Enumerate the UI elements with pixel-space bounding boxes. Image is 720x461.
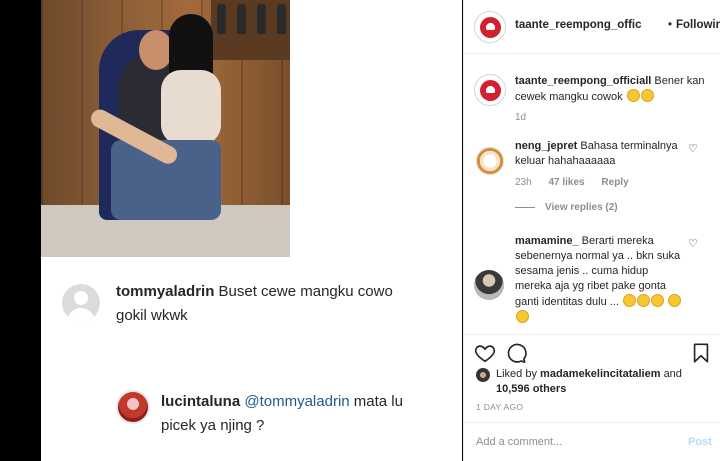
comment-mention: @tommyaladrin [244,393,350,410]
liked-by-count[interactable]: 10,596 others [496,383,566,395]
post-header: taante_reempong_offic • Following [464,0,720,54]
like-comment-heart-icon[interactable]: ♡ [688,144,699,155]
reply-button[interactable]: Reply [601,177,628,188]
avatar [116,390,150,424]
comment-username[interactable]: mamamine_ [515,235,579,247]
caption-username[interactable]: taante_reempong_officiall [515,75,651,87]
avatar[interactable] [476,147,504,175]
rofl-emoji-icon [651,294,665,307]
caption-avatar[interactable] [474,74,506,106]
liked-by-prefix: Liked by [496,368,537,380]
header-username[interactable]: taante_reempong_offic [515,19,665,31]
header-separator: • [668,19,673,31]
comment-icon[interactable] [505,342,527,364]
like-comment-heart-icon[interactable]: ♡ [688,239,699,250]
profile-avatar[interactable] [474,11,506,43]
comment-age: 23h [515,177,532,188]
rofl-emoji-icon [668,294,682,307]
view-replies-button[interactable]: View replies (2) [515,202,618,213]
rofl-emoji-icon [623,294,637,307]
divider [464,334,720,335]
heart-icon[interactable] [474,342,496,364]
post-comment-button[interactable]: Post [688,436,712,448]
instagram-post-viewer: tommyaladrin Buset cewe mangku cowo goki… [0,0,720,461]
sweat-smile-emoji-icon [640,89,654,102]
comment-username: tommyaladrin [116,283,215,300]
divider [464,422,720,423]
post-date[interactable]: 1 DAY AGO [476,402,523,412]
comment-likes[interactable]: 47 likes [548,177,584,188]
post-sidebar: taante_reempong_offic • Following taante… [463,0,720,461]
avatar[interactable] [476,368,490,382]
caption-age: 1d [515,112,527,123]
post-media[interactable]: tommyaladrin Buset cewe mangku cowo goki… [41,0,462,461]
bookmark-icon[interactable] [690,342,712,364]
post-photo [41,0,290,257]
view-replies-label: View replies (2) [545,202,618,213]
liked-by-user[interactable]: madamekelincitataliem [540,368,660,380]
liked-by-and: and [663,368,682,380]
comment-username[interactable]: neng_jepret [515,140,577,152]
rofl-emoji-icon [637,294,651,307]
default-avatar [62,284,100,322]
add-comment-input[interactable]: Add a comment... [476,436,562,448]
comment-username: lucintaluna [161,393,241,410]
rofl-emoji-icon [516,310,529,323]
post-actions [464,340,720,366]
following-button[interactable]: Following [676,19,720,31]
avatar[interactable] [474,270,504,300]
sweat-smile-emoji-icon [626,89,640,102]
